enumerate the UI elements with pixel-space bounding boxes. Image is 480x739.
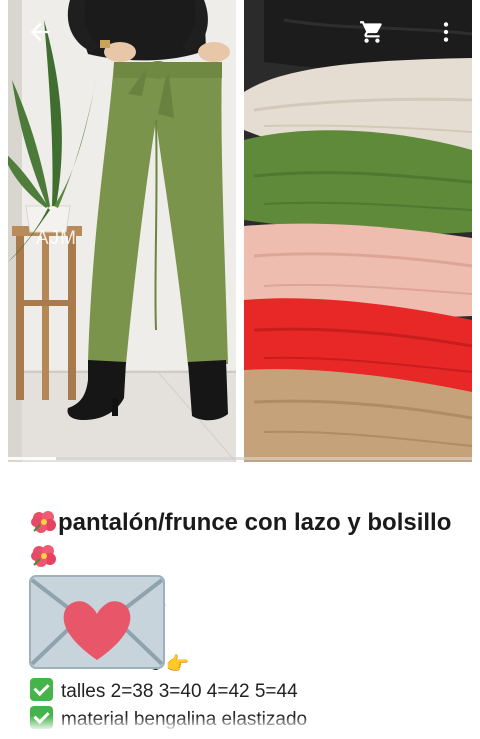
hibiscus-icon (31, 511, 56, 533)
product-photo-model[interactable]: AJM (8, 0, 236, 462)
hibiscus-icon (31, 545, 56, 567)
bottom-fade (0, 716, 480, 739)
arrow-left-icon[interactable] (20, 12, 60, 52)
product-title: pantalón/frunce con lazo y bolsillo (30, 506, 460, 574)
more-vertical-icon[interactable] (426, 12, 466, 52)
photo-watermark: AJM (36, 228, 77, 249)
detail-text: talles 2=38 3=40 4=42 5=44 (61, 681, 298, 702)
check-mark-icon (30, 678, 53, 701)
product-title-text: pantalón/frunce con lazo y bolsillo (58, 509, 452, 536)
product-image-gallery[interactable]: AJM (0, 0, 480, 470)
gallery-page-indicator-active (8, 457, 56, 460)
product-description: pantalón/frunce con lazo y bolsillo ) e … (0, 470, 480, 739)
shopping-cart-icon[interactable] (352, 12, 392, 52)
product-photo-colors[interactable] (244, 0, 472, 462)
love-letter-icon (29, 575, 165, 669)
description-detail-line: talles 2=38 3=40 4=42 5=44 (30, 678, 298, 703)
gallery-page-indicator-track (56, 457, 472, 460)
screen: AJM pantalón/frunce con lazo y bolsillo … (0, 0, 480, 739)
